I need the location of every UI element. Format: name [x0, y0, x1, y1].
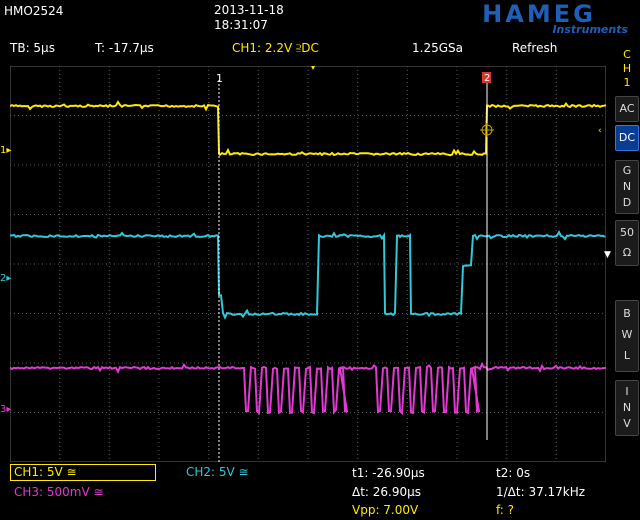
- date-text: 2013-11-18: [214, 3, 284, 17]
- ch1-reference-marker[interactable]: 1▸: [0, 145, 11, 156]
- ground-level-arrow-icon: ▼: [604, 250, 611, 260]
- acquisition-info-bar: TB: 5µs T: -17.7µs CH1: 2.2V ⫆DC 1.25GSa…: [0, 40, 612, 58]
- model-name: HMO2524: [4, 4, 64, 18]
- coupling-ac-button[interactable]: AC: [615, 96, 639, 122]
- vpp-measurement: Vpp: 7.00V: [352, 503, 419, 517]
- ch1-ref-arrow-icon: ▸: [6, 145, 12, 156]
- invert-button[interactable]: I N V: [615, 380, 639, 436]
- cursor-2-label[interactable]: 2: [484, 73, 490, 84]
- acquisition-mode[interactable]: Refresh: [512, 41, 557, 55]
- cursor-t1-readout: t1: -26.90µs: [352, 466, 425, 480]
- ch1-setting[interactable]: CH1: 5V ≅: [10, 464, 156, 481]
- coupling-gnd-button[interactable]: G N D: [615, 160, 639, 214]
- ch2-reference-marker[interactable]: 2▸: [0, 273, 11, 284]
- channel-softkey-menu: C H 1 AC DC G N D 50 Ω B W L I N V: [614, 40, 640, 520]
- sample-rate: 1.25GSa: [412, 41, 463, 55]
- bandwidth-limit-button[interactable]: B W L: [615, 300, 639, 372]
- cursor-t2-readout: t2: 0s: [496, 466, 531, 480]
- logo-subtitle: Instruments: [552, 23, 628, 36]
- ch2-ref-arrow-icon: ▸: [6, 273, 12, 284]
- time-text: 18:31:07: [214, 18, 268, 32]
- cursor-delta-t-readout: Δt: 26.90µs: [352, 485, 422, 499]
- trigger-time-setting[interactable]: T: -17.7µs: [95, 41, 154, 55]
- ch3-reference-marker[interactable]: 3▸: [0, 404, 11, 415]
- datetime: 2013-11-18 18:31:07: [214, 3, 284, 33]
- frequency-measurement: f: ?: [496, 503, 515, 517]
- ch3-setting[interactable]: CH3: 500mV ≅: [14, 485, 104, 499]
- trigger-source-setting[interactable]: CH1: 2.2V ⫆DC: [232, 41, 319, 56]
- channel-menu-title: C H 1: [622, 48, 632, 89]
- waveform-display[interactable]: 1 2 ‹: [10, 66, 606, 462]
- cursor-1-label[interactable]: 1: [216, 72, 223, 85]
- bottom-status-bar: CH1: 5V ≅ CH2: 5V ≅ CH3: 500mV ≅ t1: -26…: [0, 462, 612, 520]
- trigger-level-arrow-icon: ‹: [598, 126, 602, 136]
- coupling-dc-button[interactable]: DC: [615, 125, 639, 151]
- timebase-setting[interactable]: TB: 5µs: [10, 41, 55, 55]
- ch2-setting[interactable]: CH2: 5V ≅: [186, 465, 249, 479]
- cursor-inverse-delta-t-readout: 1/Δt: 37.17kHz: [496, 485, 586, 499]
- impedance-50ohm-button[interactable]: 50 Ω: [615, 220, 639, 266]
- brand-logo: HAMEG Instruments: [450, 1, 630, 39]
- ch3-ref-arrow-icon: ▸: [6, 404, 12, 415]
- top-status-bar: HMO2524 2013-11-18 18:31:07 HAMEG Instru…: [0, 0, 640, 40]
